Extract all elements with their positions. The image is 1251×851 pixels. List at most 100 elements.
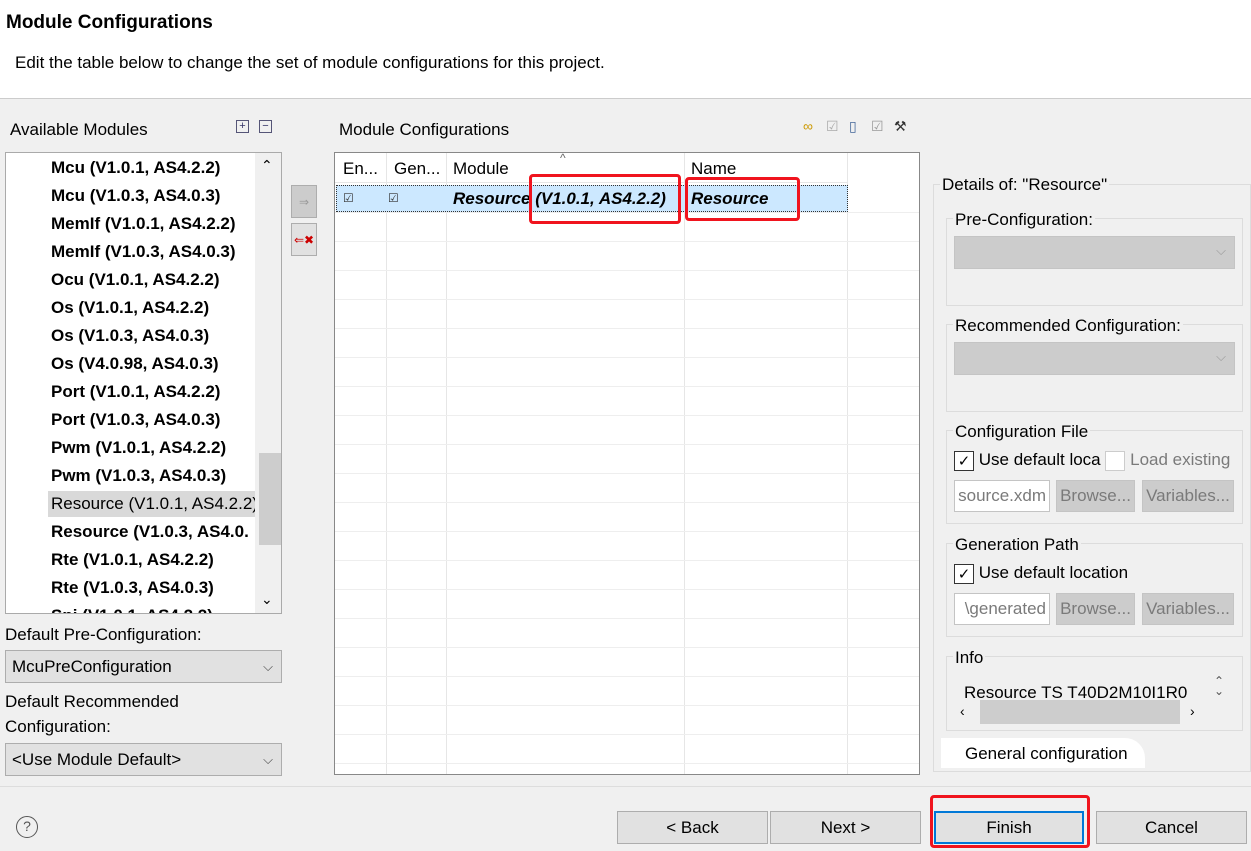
module-list-item[interactable]: Os (V4.0.98, AS4.0.3) [51, 351, 219, 377]
row-divider [335, 705, 919, 706]
available-modules-label: Available Modules [10, 120, 148, 139]
row-divider [335, 415, 919, 416]
default-rec-config-select[interactable]: <Use Module Default> ⌵ [5, 743, 282, 776]
module-list-item[interactable]: Mcu (V1.0.1, AS4.2.2) [51, 155, 220, 181]
scroll-right-icon[interactable]: › [1190, 703, 1195, 719]
help-icon[interactable]: ? [16, 816, 38, 838]
select-value: <Use Module Default> [12, 750, 182, 769]
row-divider [335, 473, 919, 474]
row-divider [335, 618, 919, 619]
add-module-button[interactable]: ⇒ [291, 185, 317, 218]
column-header-name[interactable]: Name [691, 159, 736, 179]
pre-config-select[interactable]: ⌵ [954, 236, 1235, 269]
gen-path-browse-button[interactable]: Browse... [1056, 593, 1135, 625]
tab-general-configuration[interactable]: General configuration [941, 738, 1145, 768]
module-config-table[interactable]: ^ En... Gen... Module Name ☑ ☑ Resource … [334, 152, 920, 775]
edit-icon[interactable]: ▯ [849, 118, 857, 135]
module-list-item[interactable]: Resource (V1.0.3, AS4.0. [51, 519, 249, 545]
load-existing-label: Load existing [1130, 450, 1231, 469]
config-file-variables-button[interactable]: Variables... [1142, 480, 1234, 512]
row-divider [335, 299, 919, 300]
use-default-gen-checkbox[interactable]: ✓ [954, 563, 974, 584]
horizontal-scroll-thumb[interactable] [980, 700, 1180, 724]
module-list-item[interactable]: Os (V1.0.1, AS4.2.2) [51, 295, 209, 321]
row-divider [335, 241, 919, 242]
validate-icon[interactable]: ☑ [826, 118, 839, 135]
back-button[interactable]: < Back [617, 811, 768, 844]
module-list-item[interactable]: Rte (V1.0.3, AS4.0.3) [51, 575, 214, 601]
link-icon[interactable]: ∞ [803, 118, 813, 134]
column-header-module[interactable]: Module [453, 159, 509, 179]
page-title: Module Configurations [6, 12, 213, 33]
use-default-config-checkbox[interactable]: ✓ [954, 450, 974, 471]
module-list-item[interactable]: Resource (V1.0.1, AS4.2.2) [48, 491, 262, 517]
highlight-box [685, 177, 800, 221]
details-title: Details of: "Resource" [940, 175, 1110, 195]
row-divider [335, 589, 919, 590]
chevron-down-icon: ⌵ [263, 752, 273, 767]
row-divider [335, 328, 919, 329]
scroll-thumb[interactable] [259, 453, 281, 545]
cancel-button[interactable]: Cancel [1096, 811, 1247, 844]
default-rec-config-label: Default Recommended [5, 692, 179, 711]
row-divider [335, 531, 919, 532]
info-label: Info [953, 648, 986, 668]
page-description: Edit the table below to change the set o… [15, 53, 605, 72]
generate-icon[interactable]: ⚒ [894, 118, 907, 135]
vertical-scrollbar[interactable]: ⌃ ⌄ [255, 153, 281, 613]
use-default-gen-label: Use default location [978, 563, 1129, 582]
row-divider [335, 502, 919, 503]
default-pre-config-select[interactable]: McuPreConfiguration ⌵ [5, 650, 282, 683]
scroll-up-icon[interactable]: ⌃ [261, 157, 273, 174]
row-divider [335, 763, 919, 764]
remove-module-button[interactable]: ⇐✖ [291, 223, 317, 256]
next-button[interactable]: Next > [770, 811, 921, 844]
available-modules-list[interactable]: Spi (V1.0.1, AS4.2.2) Rte (V1.0.3, AS4.0.… [5, 152, 282, 614]
chevron-down-icon: ⌵ [263, 659, 273, 674]
module-list-item[interactable]: MemIf (V1.0.1, AS4.2.2) [51, 211, 236, 237]
chevron-down-icon: ⌵ [1216, 349, 1226, 364]
module-list-item[interactable]: Pwm (V1.0.1, AS4.2.2) [51, 435, 226, 461]
module-list-item[interactable]: Port (V1.0.1, AS4.2.2) [51, 379, 220, 405]
module-list-item[interactable]: Pwm (V1.0.3, AS4.0.3) [51, 463, 226, 489]
default-pre-config-label: Default Pre-Configuration: [5, 625, 202, 644]
config-file-browse-button[interactable]: Browse... [1056, 480, 1135, 512]
column-header-generate[interactable]: Gen... [394, 159, 440, 179]
info-spinner-icon[interactable]: ⌃ ⌄ [1214, 675, 1224, 697]
module-list-item[interactable]: Os (V1.0.3, AS4.0.3) [51, 323, 209, 349]
scroll-down-icon[interactable]: ⌄ [261, 591, 273, 608]
row-divider [335, 647, 919, 648]
row-divider [335, 270, 919, 271]
module-list-item[interactable]: Ocu (V1.0.1, AS4.2.2) [51, 267, 220, 293]
default-rec-config-label-2: Configuration: [5, 717, 111, 736]
row-divider [335, 560, 919, 561]
highlight-box [930, 795, 1090, 848]
config-file-path-field[interactable]: source.xdm [954, 480, 1050, 512]
config-file-options: ✓ Use default loca Load existing [954, 450, 1239, 471]
chevron-down-icon: ⌵ [1216, 243, 1226, 258]
expand-all-icon[interactable]: + [236, 120, 249, 133]
use-default-config-label: Use default loca [978, 450, 1101, 469]
module-list-item[interactable]: MemIf (V1.0.3, AS4.0.3) [51, 239, 236, 265]
gen-path-variables-button[interactable]: Variables... [1142, 593, 1234, 625]
module-list-item[interactable]: Spi (V1.0.1, AS4.2.2) [51, 603, 213, 613]
column-header-enabled[interactable]: En... [343, 159, 378, 179]
row-divider [335, 734, 919, 735]
add-icon: ⇒ [298, 194, 310, 209]
enabled-checkbox[interactable]: ☑ [343, 191, 354, 205]
scroll-left-icon[interactable]: ‹ [960, 703, 965, 719]
module-list-item[interactable]: Port (V1.0.3, AS4.0.3) [51, 407, 220, 433]
rec-config-select[interactable]: ⌵ [954, 342, 1235, 375]
module-list-item[interactable]: Mcu (V1.0.3, AS4.0.3) [51, 183, 220, 209]
row-divider [335, 386, 919, 387]
pre-config-label: Pre-Configuration: [953, 210, 1095, 230]
select-value: McuPreConfiguration [12, 657, 172, 676]
collapse-all-icon[interactable]: − [259, 120, 272, 133]
generate-checkbox[interactable]: ☑ [388, 191, 399, 205]
load-existing-checkbox[interactable] [1105, 450, 1126, 471]
highlight-box [529, 174, 681, 224]
copy-check-icon[interactable]: ☑ [871, 118, 884, 135]
gen-path-field[interactable]: \generated [954, 593, 1050, 625]
module-list-item[interactable]: Rte (V1.0.1, AS4.2.2) [51, 547, 214, 573]
gen-path-label: Generation Path [953, 535, 1081, 555]
